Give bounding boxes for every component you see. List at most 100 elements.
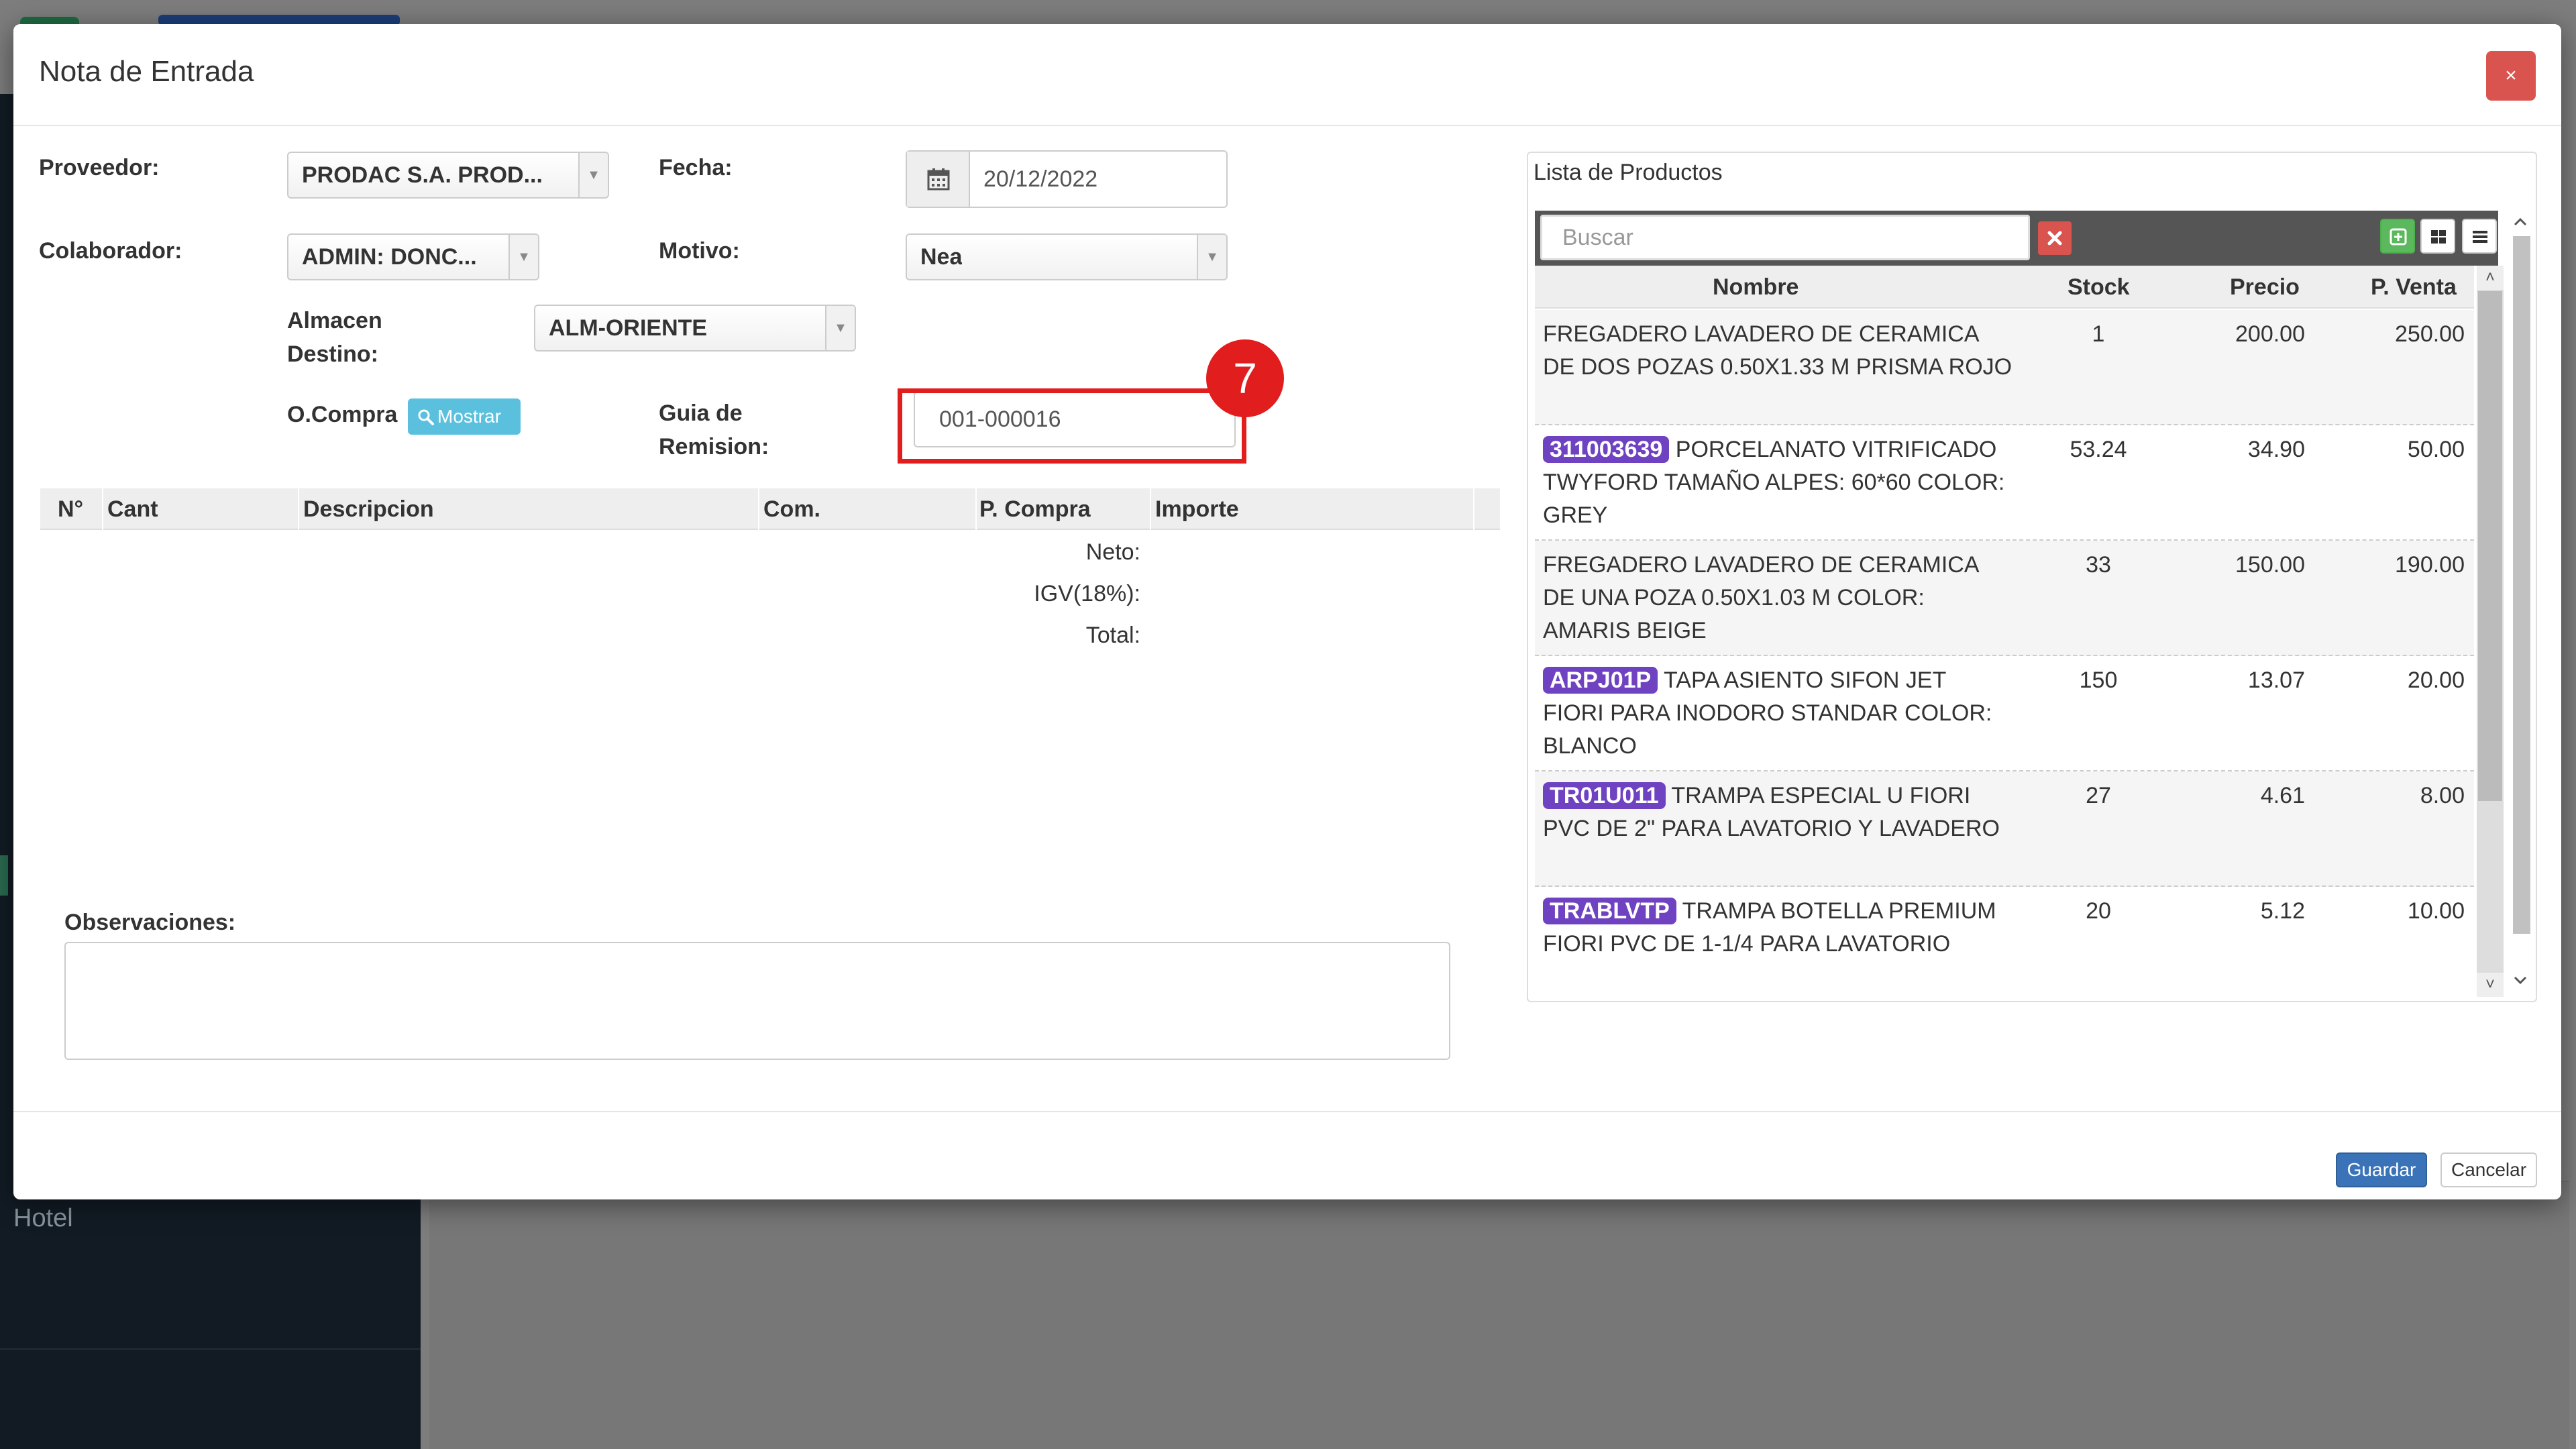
chevron-up-icon[interactable]: ˄	[2477, 266, 2504, 290]
product-precio: 150.00	[2235, 552, 2305, 578]
grid-view-icon	[2431, 230, 2446, 244]
product-row[interactable]: TR01U011 TRAMPA ESPECIAL U FIORI PVC DE …	[1535, 771, 2474, 887]
product-precio: 200.00	[2235, 321, 2305, 347]
nota-entrada-modal: Nota de Entrada × Proveedor: PRODAC S.A.…	[13, 24, 2561, 1199]
fecha-input-group[interactable]: 20/12/2022	[906, 150, 1228, 208]
motivo-label: Motivo:	[659, 238, 740, 264]
colaborador-value: ADMIN: DONC...	[302, 244, 477, 270]
total-label: Total:	[1085, 623, 1140, 648]
column-header-cant: Cant	[107, 496, 158, 522]
product-name-text: FREGADERO LAVADERO DE CERAMICA DE DOS PO…	[1543, 321, 2012, 380]
motivo-select[interactable]: Nea ▼	[906, 233, 1228, 280]
background-sidebar-item-hotel[interactable]: Hotel	[13, 1204, 73, 1233]
column-divider	[975, 488, 977, 530]
product-name: FREGADERO LAVADERO DE CERAMICA DE DOS PO…	[1543, 318, 2012, 384]
product-list-panel: Lista de Productos Buscar Nombre Stock P…	[1527, 152, 2537, 1002]
modal-header: Nota de Entrada ×	[13, 24, 2561, 126]
product-pventa: 190.00	[2395, 552, 2465, 578]
column-divider	[758, 488, 759, 530]
proveedor-select[interactable]: PRODAC S.A. PROD... ▼	[287, 152, 609, 199]
items-table-header: N° Cant Descripcion Com. P. Compra Impor…	[40, 488, 1500, 530]
inner-scrollbar-thumb[interactable]	[2478, 291, 2502, 801]
product-name-text: FREGADERO LAVADERO DE CERAMICA DE UNA PO…	[1543, 552, 1978, 643]
product-pventa: 250.00	[2395, 321, 2465, 347]
product-search-input[interactable]: Buscar	[1540, 215, 2030, 260]
product-code-badge: TRABLVTP	[1543, 898, 1676, 924]
calendar-addon[interactable]	[907, 152, 970, 207]
product-name: ARPJ01P TAPA ASIENTO SIFON JET FIORI PAR…	[1543, 664, 2012, 763]
cancelar-button[interactable]: Cancelar	[2440, 1152, 2537, 1187]
product-table-header: Nombre Stock Precio P. Venta	[1535, 266, 2474, 309]
colaborador-label: Colaborador:	[39, 238, 182, 264]
proveedor-label: Proveedor:	[39, 155, 160, 180]
chevron-down-icon: ▼	[1197, 235, 1226, 279]
proveedor-value: PRODAC S.A. PROD...	[302, 162, 543, 188]
product-precio: 34.90	[2247, 437, 2305, 462]
observaciones-label: Observaciones:	[64, 910, 236, 935]
colaborador-select[interactable]: ADMIN: DONC... ▼	[287, 233, 539, 280]
product-stock: 33	[2086, 552, 2111, 578]
neto-label: Neto:	[1085, 539, 1140, 565]
product-precio: 13.07	[2247, 667, 2305, 693]
product-stock: 27	[2086, 783, 2111, 808]
column-header-precio: Precio	[2230, 274, 2300, 300]
column-header-nombre: Nombre	[1713, 274, 1799, 300]
column-header-pventa: P. Venta	[2371, 274, 2457, 300]
column-header-stock: Stock	[2068, 274, 2130, 300]
observaciones-textarea[interactable]	[64, 942, 1450, 1060]
product-name: TRABLVTP TRAMPA BOTELLA PREMIUM FIORI PV…	[1543, 895, 2012, 961]
mostrar-button[interactable]: Mostrar	[408, 398, 521, 435]
add-product-button[interactable]	[2380, 219, 2415, 254]
background-divider	[0, 1348, 421, 1350]
product-stock: 20	[2086, 898, 2111, 924]
outer-scrollbar-thumb[interactable]	[2513, 236, 2530, 934]
almacen-label-line2: Destino:	[287, 341, 378, 367]
product-pventa: 8.00	[2420, 783, 2465, 808]
highlight-box	[898, 388, 1246, 464]
search-icon	[418, 409, 434, 425]
product-row[interactable]: FREGADERO LAVADERO DE CERAMICA DE DOS PO…	[1535, 310, 2474, 425]
almacen-label-line1: Almacen	[287, 308, 382, 333]
outer-scrollbar[interactable]	[2509, 211, 2532, 996]
product-pventa: 50.00	[2407, 437, 2465, 462]
product-pventa: 10.00	[2407, 898, 2465, 924]
list-view-icon	[2473, 231, 2487, 243]
fecha-value[interactable]: 20/12/2022	[983, 152, 1097, 207]
chevron-down-icon: ▼	[578, 153, 608, 197]
product-name: 311003639 PORCELANATO VITRIFICADO TWYFOR…	[1543, 433, 2012, 532]
product-table: Nombre Stock Precio P. Venta FREGADERO L…	[1535, 266, 2512, 997]
chevron-down-icon[interactable]	[2509, 969, 2532, 991]
column-header-descripcion: Descripcion	[303, 496, 434, 522]
guia-label-line2: Remision:	[659, 434, 769, 460]
column-divider	[298, 488, 299, 530]
almacen-destino-select[interactable]: ALM-ORIENTE ▼	[534, 305, 856, 352]
inner-scrollbar[interactable]: ˄ ˅	[2477, 266, 2504, 997]
list-view-button[interactable]	[2462, 219, 2497, 254]
product-row[interactable]: TRABLVTP TRAMPA BOTELLA PREMIUM FIORI PV…	[1535, 887, 2474, 997]
grid-view-button[interactable]	[2420, 219, 2455, 254]
almacen-value: ALM-ORIENTE	[549, 315, 708, 341]
step-badge: 7	[1206, 339, 1284, 417]
chevron-down-icon: ▼	[508, 235, 538, 279]
clear-search-button[interactable]	[2038, 221, 2072, 255]
product-toolbar: Buscar	[1535, 211, 2498, 266]
column-header-pcompra: P. Compra	[979, 496, 1091, 522]
product-stock: 150	[2079, 667, 2118, 693]
fecha-label: Fecha:	[659, 155, 733, 180]
column-header-numero: N°	[58, 496, 84, 522]
close-button[interactable]: ×	[2486, 51, 2536, 101]
column-header-com: Com.	[763, 496, 820, 522]
product-list-title: Lista de Productos	[1534, 160, 1723, 185]
product-row[interactable]: 311003639 PORCELANATO VITRIFICADO TWYFOR…	[1535, 425, 2474, 541]
product-row[interactable]: ARPJ01P TAPA ASIENTO SIFON JET FIORI PAR…	[1535, 656, 2474, 771]
chevron-up-icon[interactable]	[2509, 211, 2532, 233]
guardar-button[interactable]: Guardar	[2336, 1152, 2427, 1187]
chevron-down-icon[interactable]: ˅	[2477, 973, 2504, 997]
column-header-importe: Importe	[1155, 496, 1239, 522]
product-row[interactable]: FREGADERO LAVADERO DE CERAMICA DE UNA PO…	[1535, 541, 2474, 656]
igv-label: IGV(18%):	[1034, 581, 1140, 606]
close-icon	[2047, 231, 2062, 246]
column-divider	[1473, 488, 1474, 530]
product-code-badge: ARPJ01P	[1543, 667, 1658, 694]
product-code-badge: TR01U011	[1543, 782, 1666, 809]
